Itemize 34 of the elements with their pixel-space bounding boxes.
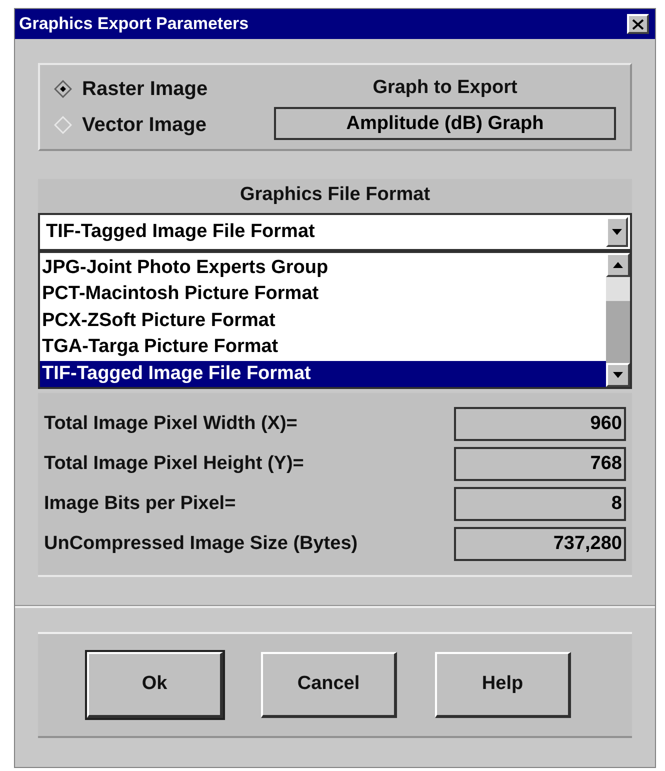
scroll-up-button[interactable]	[606, 253, 630, 277]
value-field: 960	[454, 407, 626, 441]
field-label: Total Image Pixel Height (Y)=	[44, 452, 304, 476]
radio-button[interactable]	[54, 80, 72, 98]
value-field: 768	[454, 447, 626, 481]
close-button[interactable]	[627, 14, 649, 34]
dialog-button[interactable]: Ok	[87, 652, 223, 718]
caret-down-icon	[613, 372, 623, 378]
list-item[interactable]: TGA-Targa Picture Format	[40, 334, 606, 361]
graph-value-field: Amplitude (dB) Graph	[274, 106, 616, 140]
dialog-button[interactable]: Help	[435, 652, 571, 718]
caret-up-icon	[613, 262, 623, 268]
window-title: Graphics Export Parameters	[19, 13, 249, 36]
section-label: Graphics File Format	[238, 183, 432, 207]
list-item[interactable]: TIF-Tagged Image File Format	[40, 360, 606, 388]
close-icon	[632, 18, 644, 30]
section-label: Graph to Export	[372, 76, 518, 100]
value-field: 737,280	[454, 527, 626, 561]
caret-down-icon	[612, 229, 622, 235]
value-field: 8	[454, 487, 626, 521]
format-dropdown[interactable]: TIF-Tagged Image File Format	[38, 213, 632, 251]
radio-label[interactable]: Raster Image	[82, 74, 208, 104]
dropdown-arrow-button[interactable]	[606, 217, 628, 247]
field-label: UnCompressed Image Size (Bytes)	[44, 532, 358, 556]
scroll-thumb[interactable]	[606, 277, 630, 301]
scroll-down-button[interactable]	[606, 363, 630, 387]
scrollbar[interactable]	[606, 253, 630, 387]
list-item[interactable]: JPG-Joint Photo Experts Group	[40, 255, 606, 282]
field-label: Image Bits per Pixel=	[44, 492, 236, 516]
list-item[interactable]: PCX-ZSoft Picture Format	[40, 308, 606, 334]
dialog-button[interactable]: Cancel	[261, 652, 397, 718]
field-label: Total Image Pixel Width (X)=	[44, 412, 298, 436]
radio-label[interactable]: Vector Image	[82, 110, 207, 140]
list-item[interactable]: PCT-Macintosh Picture Format	[40, 281, 606, 308]
